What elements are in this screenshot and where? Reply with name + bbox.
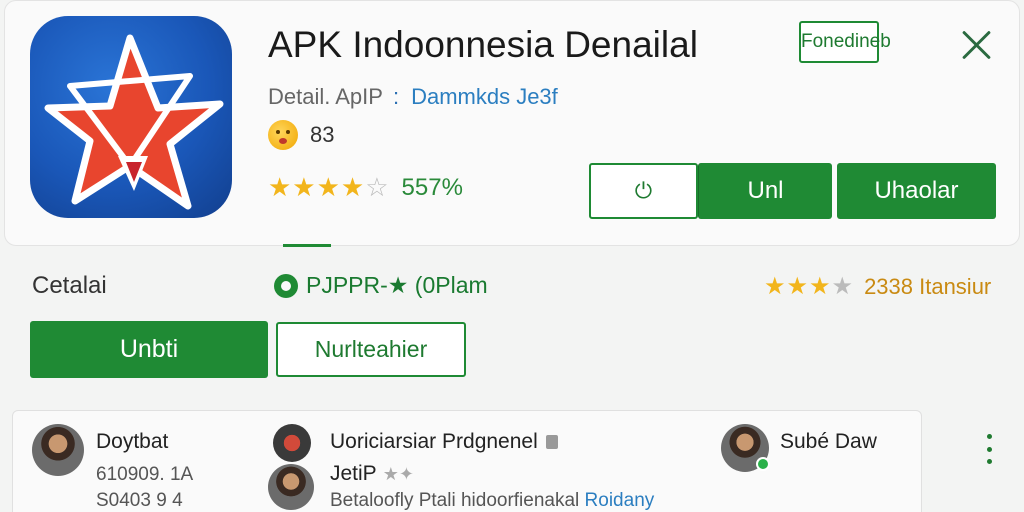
tab-indicator — [283, 244, 331, 247]
review-text: Betaloofly Ptali hidoorfienakal Roidany — [330, 490, 654, 512]
reviewer-name: Subé Daw — [780, 430, 877, 453]
reviewer-name: Uoriciarsiar Prdgnenel — [330, 430, 558, 454]
review-meta: S0403 9 4 — [96, 490, 183, 511]
avatar[interactable] — [268, 464, 314, 510]
reviewer-name: JetiP ★✦ — [330, 462, 414, 486]
reaction-count: 83 — [310, 122, 335, 147]
reviewer-name-text: Uoriciarsiar Prdgnenel — [330, 430, 538, 453]
review-meta: 610909. 1A — [96, 464, 194, 485]
details-rating-text: 2338 Itansiur — [864, 273, 992, 299]
online-status-icon — [756, 457, 770, 471]
rating-value: 557% — [401, 173, 463, 201]
uninstall-button[interactable]: Unl — [698, 163, 832, 219]
favorite-button[interactable]: Fonedineb — [799, 21, 891, 63]
meta-label: Detail. ApIP — [268, 84, 383, 109]
package-icon — [274, 273, 298, 298]
details-rating-stars: ★★★★ — [764, 273, 855, 300]
power-button[interactable]: ⏻ — [589, 163, 698, 219]
secondary-action-button[interactable]: Nurlteahier — [276, 322, 466, 377]
more-options-icon[interactable] — [984, 434, 994, 464]
rating-stars: ★★★★☆ — [268, 172, 390, 202]
meta-separator: : — [392, 84, 400, 109]
developer-link[interactable]: Dammkds Je3f — [411, 84, 558, 109]
details-label: Cetalai — [32, 272, 107, 299]
lock-icon — [545, 435, 558, 450]
app-title: APK Indoonnesia Denailal — [268, 24, 698, 65]
primary-action-button[interactable]: Unbti — [30, 321, 268, 378]
emoji-icon — [268, 120, 298, 150]
star-icon: ★✦ — [382, 464, 414, 484]
package-text: PJPPR-★ (0Plam — [306, 272, 488, 298]
avatar[interactable] — [32, 424, 84, 476]
details-rating: ★★★★ 2338 Itansiur — [764, 272, 991, 301]
rating-row: ★★★★☆ 557% — [268, 172, 463, 203]
close-icon[interactable] — [956, 24, 998, 66]
download-button[interactable]: Uhaolar — [837, 163, 996, 219]
review-link[interactable]: Roidany — [585, 490, 655, 511]
reaction-row: 83 — [268, 120, 334, 150]
package-info: PJPPR-★ (0Plam — [274, 272, 488, 299]
review-body: Betaloofly Ptali hidoorfienakal — [330, 490, 580, 511]
reviewer-name: Doytbat — [96, 430, 169, 453]
app-icon — [30, 16, 232, 218]
power-icon: ⏻ — [634, 178, 653, 203]
app-meta: Detail. ApIP: Dammkds Je3f — [268, 84, 558, 110]
reviewer-name-text: JetiP — [330, 462, 377, 485]
avatar[interactable] — [273, 424, 311, 462]
